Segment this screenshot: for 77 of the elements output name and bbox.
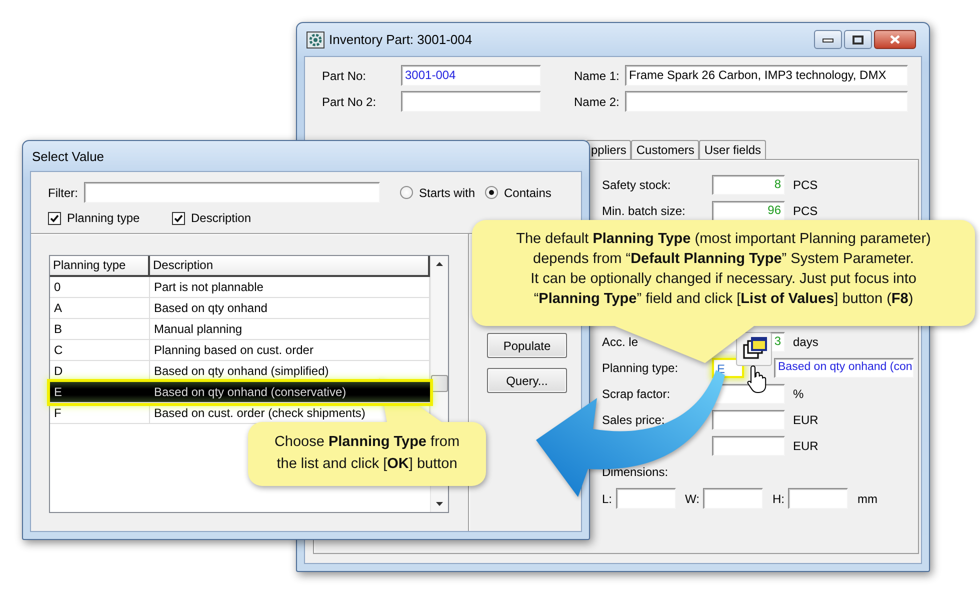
radio-label: Starts with (419, 186, 476, 200)
scroll-down-icon[interactable] (436, 502, 443, 506)
column-header[interactable]: Planning type (50, 256, 150, 275)
lov-button-tooltip[interactable] (736, 332, 772, 366)
field-label: L: (602, 492, 612, 506)
table-row[interactable]: E Based on qty onhand (conservative) (50, 382, 430, 403)
scrollbar-thumb[interactable] (431, 375, 448, 392)
dialog-title: Select Value (32, 148, 104, 164)
unit-label: PCS (793, 178, 818, 192)
filter-field[interactable] (84, 182, 380, 203)
minimize-button[interactable] (814, 30, 842, 49)
window-title: Inventory Part: 3001-004 (329, 32, 472, 47)
text-field[interactable] (625, 91, 908, 112)
radio-button[interactable] (400, 186, 413, 199)
field-label: Name 2: (574, 94, 620, 108)
unit-label: EUR (793, 413, 818, 427)
tab[interactable]: User fields (699, 140, 766, 159)
dialog-button[interactable]: Query... (487, 368, 567, 393)
field-label: Planning type: (602, 361, 678, 375)
field-label: Dimensions: (602, 465, 668, 479)
tab[interactable]: Customers (631, 140, 700, 159)
field-label: Sales price: (602, 413, 665, 427)
field-label: Acc. le (602, 335, 638, 349)
checkbox[interactable] (172, 212, 185, 224)
unit-label: % (793, 387, 804, 401)
dimension-field[interactable] (788, 488, 848, 509)
number-field[interactable]: 96 (712, 201, 785, 221)
unit-label: days (793, 335, 818, 349)
text-field[interactable]: Frame Spark 26 Carbon, IMP3 technology, DMX (625, 65, 908, 86)
tab[interactable]: ppliers (586, 140, 632, 159)
maximize-button[interactable] (844, 30, 872, 49)
close-icon (889, 34, 901, 45)
column-header[interactable]: Description (150, 256, 430, 275)
field-label: Scrap factor: (602, 387, 670, 401)
table-cell: 0 (50, 277, 150, 297)
field-label: Part No: (322, 68, 368, 82)
checkbox-label: Description (191, 211, 252, 225)
dimension-field[interactable] (616, 488, 676, 509)
field-label: H: (772, 492, 784, 506)
radio-button[interactable] (485, 186, 498, 199)
number-field[interactable] (712, 410, 785, 430)
app-icon (306, 30, 325, 48)
description-field: Based on qty onhand (con (774, 358, 914, 378)
field-label: Name 1: (574, 68, 620, 82)
unit-label: EUR (793, 439, 818, 453)
unit-label: PCS (793, 204, 818, 218)
field-label: W: (685, 492, 700, 506)
table-row[interactable]: 0 Part is not plannable (50, 277, 430, 298)
table-cell: F (50, 403, 150, 423)
table-row[interactable]: A Based on qty onhand (50, 298, 430, 319)
table-cell-text: Based on qty onhand (conservative) (153, 384, 348, 401)
dialog-button[interactable]: Populate (487, 333, 567, 358)
scroll-up-icon[interactable] (436, 262, 443, 266)
minimize-icon (822, 36, 834, 42)
filter-label: Filter: (48, 186, 79, 200)
text-field[interactable]: 3001-004 (401, 65, 541, 86)
number-field[interactable]: 8 (712, 175, 785, 195)
number-field[interactable] (712, 436, 785, 456)
checkbox-label: Planning type (67, 211, 140, 225)
table-cell: A (50, 298, 150, 318)
field-label: Min. batch size: (602, 204, 686, 218)
field-label: Safety stock: (602, 178, 671, 192)
table-cell: B (50, 319, 150, 339)
field-label: Part No 2: (322, 94, 378, 108)
radio-label: Contains (504, 186, 552, 200)
text-field[interactable] (401, 91, 541, 112)
unit-label: mm (857, 492, 878, 506)
table-row[interactable]: C Planning based on cust. order (50, 340, 430, 361)
table-row[interactable]: B Manual planning (50, 319, 430, 340)
table-cell: C (50, 340, 150, 360)
callout-text: Choose Planning Type from the list and click [OK] button (274, 433, 460, 474)
maximize-icon (852, 34, 864, 44)
close-button[interactable] (874, 30, 916, 49)
dimension-field[interactable] (703, 488, 764, 509)
table-cell-text: E (53, 384, 64, 401)
checkbox[interactable] (48, 212, 61, 224)
callout-text: The default Planning Type (most important Planning parameter) depends from “Default Planning Type” System Parameter. It can be optionally changed if necessary. Just put focus into “Planning Type” field and click [List of Values] button (F8) (516, 230, 931, 309)
